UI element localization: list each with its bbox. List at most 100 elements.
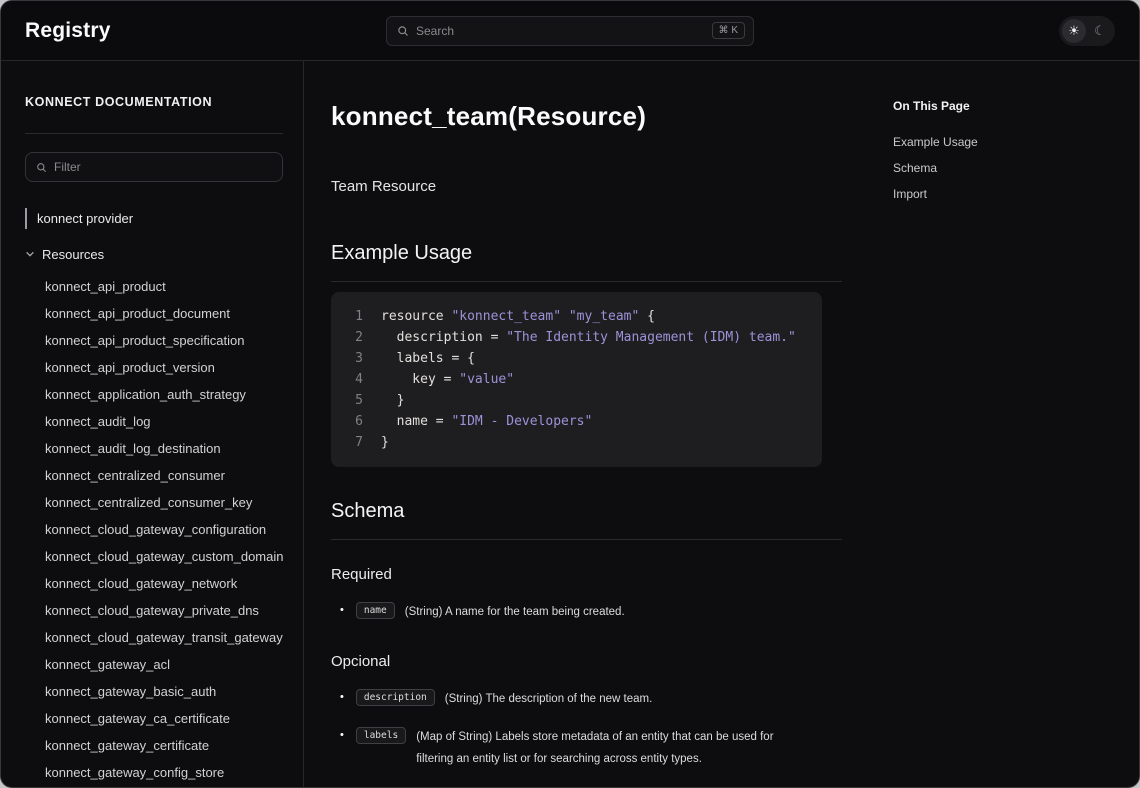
sidebar-item[interactable]: konnect_gateway_acl	[45, 651, 283, 678]
bullet-icon: •	[340, 604, 344, 616]
command-k-shortcut: ⌘ K	[712, 22, 745, 39]
moon-icon: ☾	[1094, 23, 1106, 39]
optional-list: • description (String) The description of …	[331, 688, 842, 770]
sidebar-item[interactable]: konnect_gateway_config_store	[45, 759, 283, 786]
param-description: (String) A name for the team being creat…	[405, 601, 625, 623]
search-box[interactable]: ⌘ K	[386, 16, 754, 46]
optional-heading: Opcional	[331, 653, 842, 670]
theme-toggle: ☀ ☾	[1059, 16, 1115, 46]
param-description: (String) The description of the new team…	[445, 688, 653, 710]
sidebar-item[interactable]: konnect_gateway_certificate	[45, 732, 283, 759]
app-window: Registry ⌘ K ☀ ☾ KONNECT DOCUMENTATION	[0, 0, 1140, 788]
sidebar-item[interactable]: konnect_cloud_gateway_network	[45, 570, 283, 597]
code-line: 4 key = "value"	[349, 369, 804, 390]
filter-input[interactable]	[54, 160, 272, 174]
line-number: 4	[349, 369, 363, 390]
search-icon	[397, 25, 409, 37]
sidebar-item[interactable]: konnect_api_product_version	[45, 354, 283, 381]
main: konnect_team(Resource) Team Resource Exa…	[304, 61, 1139, 787]
sidebar-item[interactable]: konnect_centralized_consumer	[45, 462, 283, 489]
sidebar-item[interactable]: konnect_centralized_consumer_key	[45, 489, 283, 516]
page-title: konnect_team(Resource)	[331, 101, 842, 132]
toc-link[interactable]: Example Usage	[893, 135, 1093, 149]
bullet-icon: •	[340, 691, 344, 703]
sidebar-item[interactable]: konnect_api_product_specification	[45, 327, 283, 354]
content: konnect_team(Resource) Team Resource Exa…	[331, 61, 842, 787]
code-token: key =	[381, 372, 459, 387]
header: Registry ⌘ K ☀ ☾	[1, 1, 1139, 61]
line-number: 6	[349, 411, 363, 432]
code-line: 5 }	[349, 390, 804, 411]
string-token: "my_team"	[569, 309, 639, 324]
sidebar-item[interactable]: konnect_application_auth_strategy	[45, 381, 283, 408]
sidebar-group-resources[interactable]: Resources	[25, 243, 283, 265]
line-number: 3	[349, 348, 363, 369]
code-text: }	[381, 390, 404, 411]
code-token: name =	[381, 414, 451, 429]
sidebar-item[interactable]: konnect_cloud_gateway_custom_domain	[45, 543, 283, 570]
sidebar-item[interactable]: konnect_gateway_consumer	[45, 786, 283, 787]
bullet-icon: •	[340, 729, 344, 741]
sidebar-item[interactable]: konnect_cloud_gateway_transit_gateway	[45, 624, 283, 651]
sidebar-item[interactable]: konnect_cloud_gateway_private_dns	[45, 597, 283, 624]
page-body: KONNECT DOCUMENTATION konnect provider	[1, 61, 1139, 787]
string-token: "The Identity Management (IDM) team."	[506, 330, 796, 345]
dark-theme-button[interactable]: ☾	[1088, 19, 1112, 43]
page-subtitle: Team Resource	[331, 178, 842, 195]
string-token: "IDM - Developers"	[451, 414, 592, 429]
code-line: 7}	[349, 432, 804, 453]
filter-box[interactable]	[25, 152, 283, 182]
toc-link[interactable]: Import	[893, 187, 1093, 201]
param-badge: description	[356, 689, 435, 706]
sidebar-item[interactable]: konnect_api_product	[45, 273, 283, 300]
code-line: 1resource "konnect_team" "my_team" {	[349, 306, 804, 327]
sidebar: KONNECT DOCUMENTATION konnect provider	[1, 61, 304, 787]
sidebar-resources-list: konnect_api_productkonnect_api_product_d…	[25, 273, 283, 787]
code-text: labels = {	[381, 348, 475, 369]
code-token: description =	[381, 330, 506, 345]
search-input[interactable]	[416, 24, 705, 38]
code-token: resource	[381, 309, 451, 324]
registry-logo[interactable]: Registry	[25, 19, 111, 43]
section-divider-schema	[331, 539, 842, 540]
param-list-item: • description (String) The description of …	[331, 688, 842, 710]
code-token	[561, 309, 569, 324]
required-heading: Required	[331, 566, 842, 583]
sidebar-item[interactable]: konnect_gateway_ca_certificate	[45, 705, 283, 732]
code-token: }	[381, 435, 389, 450]
sidebar-item[interactable]: konnect_cloud_gateway_configuration	[45, 516, 283, 543]
toc-link[interactable]: Schema	[893, 161, 1093, 175]
param-badge: name	[356, 602, 395, 619]
filter-search-icon	[36, 162, 47, 173]
toc: On This Page Example Usage Schema Import	[893, 61, 1093, 787]
required-list: • name (String) A name for the team being …	[331, 601, 842, 623]
sidebar-group-label: Resources	[42, 247, 104, 262]
code-text: name = "IDM - Developers"	[381, 411, 592, 432]
string-token: "konnect_team"	[451, 309, 561, 324]
code-line: 3 labels = {	[349, 348, 804, 369]
sidebar-item[interactable]: konnect_audit_log	[45, 408, 283, 435]
code-text: key = "value"	[381, 369, 514, 390]
sidebar-divider	[25, 133, 283, 134]
sidebar-item-konnect-provider[interactable]: konnect provider	[25, 208, 283, 229]
line-number: 2	[349, 327, 363, 348]
line-number: 7	[349, 432, 363, 453]
sidebar-item[interactable]: konnect_gateway_basic_auth	[45, 678, 283, 705]
section-divider	[331, 281, 842, 282]
sidebar-item[interactable]: konnect_api_product_document	[45, 300, 283, 327]
code-token: labels = {	[381, 351, 475, 366]
code-text: resource "konnect_team" "my_team" {	[381, 306, 655, 327]
toc-title: On This Page	[893, 99, 1093, 113]
code-line: 6 name = "IDM - Developers"	[349, 411, 804, 432]
code-line: 2 description = "The Identity Management…	[349, 327, 804, 348]
sidebar-item[interactable]: konnect_audit_log_destination	[45, 435, 283, 462]
sidebar-title: KONNECT DOCUMENTATION	[25, 95, 283, 109]
param-description: (Map of String) Labels store metadata of…	[416, 726, 808, 771]
light-theme-button[interactable]: ☀	[1062, 19, 1086, 43]
section-heading-example-usage: Example Usage	[331, 242, 842, 265]
param-list-item: • name (String) A name for the team being …	[331, 601, 842, 623]
code-block: 1resource "konnect_team" "my_team" {2 de…	[331, 292, 822, 467]
sidebar-nav: konnect provider Resources konnect_api_p…	[25, 208, 283, 787]
code-token: }	[381, 393, 404, 408]
param-list-item: •labels(Map of String) Labels store meta…	[331, 726, 842, 771]
